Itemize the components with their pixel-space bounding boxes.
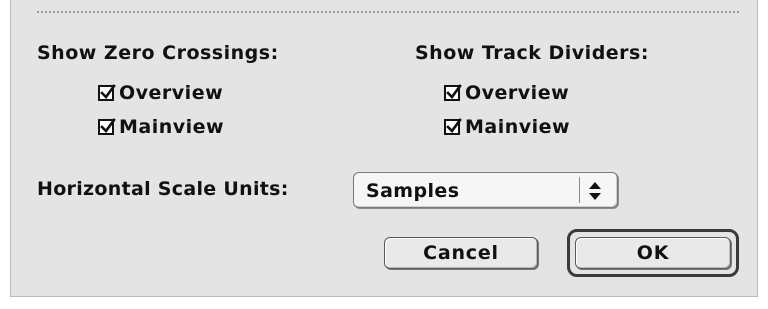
checkmark-icon[interactable]	[98, 84, 116, 101]
horizontal-scale-units-label: Horizontal Scale Units:	[37, 178, 289, 200]
horizontal-scale-units-select[interactable]: Samples	[353, 172, 618, 208]
zero-crossings-mainview-label: Mainview	[119, 116, 225, 138]
track-dividers-overview-checkbox[interactable]: Overview	[444, 80, 569, 106]
track-dividers-overview-label: Overview	[465, 82, 570, 104]
ok-button[interactable]: OK	[575, 237, 731, 269]
section-divider	[37, 11, 739, 13]
cancel-button[interactable]: Cancel	[384, 237, 538, 269]
select-value: Samples	[366, 180, 460, 202]
checkmark-icon[interactable]	[444, 118, 462, 135]
zero-crossings-overview-checkbox[interactable]: Overview	[98, 80, 223, 106]
zero-crossings-mainview-checkbox[interactable]: Mainview	[98, 114, 224, 140]
track-dividers-heading: Show Track Dividers:	[415, 42, 649, 64]
checkmark-icon[interactable]	[444, 84, 462, 101]
track-dividers-mainview-label: Mainview	[465, 116, 571, 138]
select-separator	[579, 177, 580, 203]
zero-crossings-heading: Show Zero Crossings:	[37, 42, 279, 64]
zero-crossings-overview-label: Overview	[119, 82, 224, 104]
preferences-dialog: Show Zero Crossings: Overview Mainview S…	[10, 0, 758, 297]
up-down-arrows-icon[interactable]	[586, 181, 604, 205]
checkmark-icon[interactable]	[98, 118, 116, 135]
track-dividers-mainview-checkbox[interactable]: Mainview	[444, 114, 570, 140]
